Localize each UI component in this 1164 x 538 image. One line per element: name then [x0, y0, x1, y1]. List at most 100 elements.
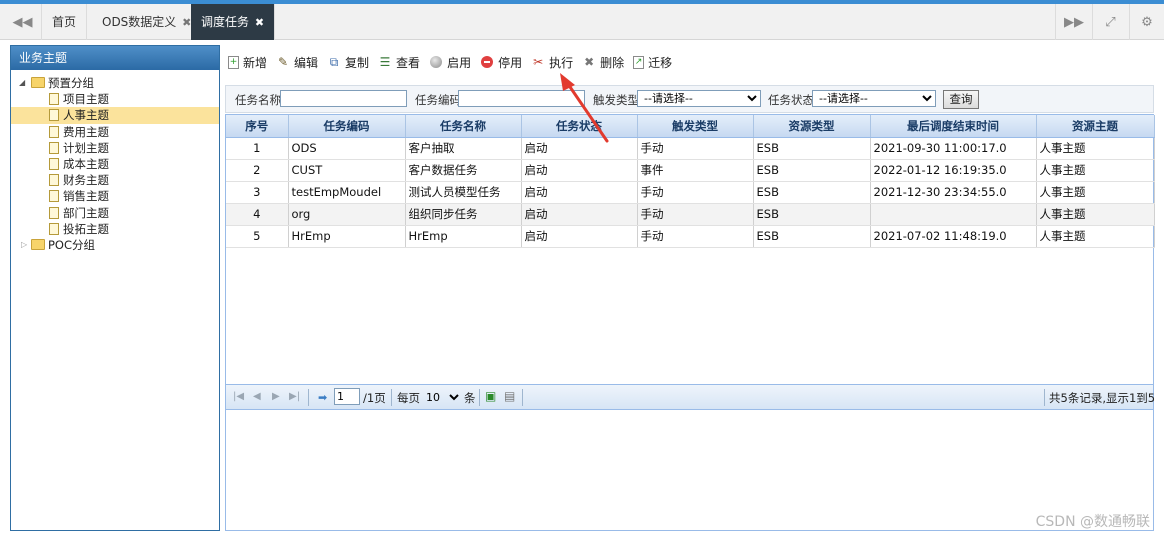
cell-trigger-type: 手动 [637, 137, 754, 160]
cell-task-name: 组织同步任务 [405, 203, 522, 226]
scroll-right-icon[interactable]: ▶▶ [1055, 4, 1093, 40]
tree-group-label: 预置分组 [48, 76, 94, 90]
per-page-select[interactable]: 10 [422, 389, 462, 406]
column-header-resource-topic[interactable]: 资源主题 [1036, 115, 1155, 138]
tree-item-label: 费用主题 [63, 124, 109, 139]
trigger-type-select[interactable]: --请选择-- [637, 90, 761, 107]
column-header-trigger-type[interactable]: 触发类型 [637, 115, 754, 138]
collapsed-arrow-icon[interactable]: ▷ [21, 237, 27, 253]
tree-item-finance[interactable]: 财务主题 [11, 172, 219, 188]
close-icon[interactable]: ✖ [182, 16, 191, 29]
tab-ods-definition[interactable]: ODS数据定义 ✖ [92, 4, 203, 40]
settings-gear-icon[interactable]: ⚙ [1128, 4, 1164, 40]
view-button[interactable]: ☰ 查看 [378, 54, 420, 71]
task-status-select[interactable]: --请选择-- [812, 90, 936, 107]
query-button[interactable]: 查询 [943, 90, 979, 109]
column-header-task-code[interactable]: 任务编码 [288, 115, 406, 138]
tree-item-sales[interactable]: 销售主题 [11, 188, 219, 204]
column-header-seq[interactable]: 序号 [226, 115, 289, 138]
cell-task-code: testEmpMoudel [288, 181, 406, 204]
cell-task-status: 启动 [521, 159, 638, 182]
topic-tree: ◢ 预置分组 项目主题 人事主题 费用主题 计划主题 成本主题 财务主题 销售主… [11, 70, 219, 253]
tree-item-expense[interactable]: 费用主题 [11, 124, 219, 140]
first-page-icon[interactable]: |◀ [233, 391, 244, 402]
cell-trigger-type: 手动 [637, 203, 754, 226]
cell-resource-type: ESB [753, 203, 871, 226]
edit-button[interactable]: ✎ 编辑 [276, 54, 318, 71]
tree-item-label: 计划主题 [63, 140, 109, 155]
search-bar: 任务名称 任务编码 触发类型 --请选择-- 任务状态 --请选择-- 查询 [225, 85, 1154, 113]
column-header-resource-type[interactable]: 资源类型 [753, 115, 871, 138]
last-page-icon[interactable]: ▶| [289, 391, 300, 402]
enable-label: 启用 [447, 55, 472, 70]
cell-trigger-type: 手动 [637, 181, 754, 204]
tree-group-preset[interactable]: ◢ 预置分组 [11, 75, 219, 91]
prev-page-icon[interactable]: ◀ [253, 391, 261, 402]
add-button[interactable]: + 新增 [228, 54, 267, 71]
cell-resource-topic: 人事主题 [1036, 137, 1155, 160]
table-row[interactable]: 3 testEmpMoudel 测试人员模型任务 启动 手动 ESB 2021-… [226, 181, 1155, 204]
cell-resource-type: ESB [753, 137, 871, 160]
task-code-input[interactable] [458, 90, 585, 107]
panel-title: 业务主题 [11, 46, 219, 70]
expanded-arrow-icon[interactable]: ◢ [19, 75, 25, 91]
add-label: 新增 [243, 55, 268, 70]
column-header-last-end-time[interactable]: 最后调度结束时间 [870, 115, 1037, 138]
tree-item-project[interactable]: 项目主题 [11, 91, 219, 107]
tree-item-department[interactable]: 部门主题 [11, 205, 219, 221]
copy-label: 复制 [345, 55, 370, 70]
scroll-left-icon[interactable]: ◀◀ [4, 4, 42, 40]
cell-task-code: CUST [288, 159, 406, 182]
close-icon[interactable]: ✖ [255, 16, 264, 29]
column-header-task-status[interactable]: 任务状态 [521, 115, 638, 138]
tree-item-cost[interactable]: 成本主题 [11, 156, 219, 172]
table-row[interactable]: 1 ODS 客户抽取 启动 手动 ESB 2021-09-30 11:00:17… [226, 137, 1155, 160]
record-summary: 共5条记录,显示1到5 [1049, 391, 1156, 405]
cell-last-end-time: 2021-07-02 11:48:19.0 [870, 225, 1037, 248]
table-row[interactable]: 4 org 组织同步任务 启动 手动 ESB 人事主题 [226, 203, 1155, 226]
tab-schedule-task[interactable]: 调度任务 ✖ [191, 4, 276, 40]
document-icon [49, 174, 59, 187]
table-row[interactable]: 5 HrEmp HrEmp 启动 手动 ESB 2021-07-02 11:48… [226, 225, 1155, 248]
copy-button[interactable]: ⧉ 复制 [327, 54, 369, 71]
table-row[interactable]: 2 CUST 客户数据任务 启动 事件 ESB 2022-01-12 16:19… [226, 159, 1155, 182]
migrate-label: 迁移 [648, 55, 673, 70]
tree-item-plan[interactable]: 计划主题 [11, 140, 219, 156]
cell-task-name: 测试人员模型任务 [405, 181, 522, 204]
enable-button[interactable]: 启用 [429, 54, 471, 71]
tree-group-poc[interactable]: ▷ POC分组 [11, 237, 219, 253]
disable-button[interactable]: 停用 [480, 54, 522, 71]
page-number-input[interactable] [334, 388, 360, 405]
tree-item-label: 人事主题 [63, 108, 109, 123]
fullscreen-icon[interactable]: ⤢ [1092, 4, 1130, 40]
total-pages-text: /1页 [363, 391, 386, 405]
cell-seq: 5 [226, 225, 289, 248]
cell-trigger-type: 手动 [637, 225, 754, 248]
cell-seq: 1 [226, 137, 289, 160]
cell-seq: 4 [226, 203, 289, 226]
tab-ods-label: ODS数据定义 [102, 15, 177, 29]
export-excel-icon[interactable]: ▣ [485, 389, 496, 403]
tree-item-label: 部门主题 [63, 205, 109, 220]
cell-resource-topic: 人事主题 [1036, 159, 1155, 182]
document-icon [49, 222, 59, 235]
go-arrow-icon[interactable]: ➡ [318, 391, 327, 404]
migrate-button[interactable]: ↗ 迁移 [633, 54, 672, 71]
cell-task-code: HrEmp [288, 225, 406, 248]
delete-button[interactable]: ✖ 删除 [582, 54, 624, 71]
tree-item-investment[interactable]: 投拓主题 [11, 221, 219, 237]
folder-open-icon [31, 77, 45, 88]
task-name-label: 任务名称 [235, 93, 281, 107]
tree-item-hr[interactable]: 人事主题 [11, 107, 219, 124]
enable-circle-icon [429, 55, 443, 69]
export-doc-icon[interactable]: ▤ [504, 389, 515, 403]
column-header-task-name[interactable]: 任务名称 [405, 115, 522, 138]
tree-item-label: 财务主题 [63, 173, 109, 188]
execute-button[interactable]: ✂ 执行 [531, 54, 573, 71]
delete-x-icon: ✖ [584, 55, 595, 69]
task-name-input[interactable] [280, 90, 407, 107]
next-page-icon[interactable]: ▶ [272, 391, 280, 402]
tab-home[interactable]: 首页 [42, 4, 88, 40]
task-grid: 序号 任务编码 任务名称 任务状态 触发类型 资源类型 最后调度结束时间 资源主… [225, 114, 1156, 531]
cell-seq: 2 [226, 159, 289, 182]
